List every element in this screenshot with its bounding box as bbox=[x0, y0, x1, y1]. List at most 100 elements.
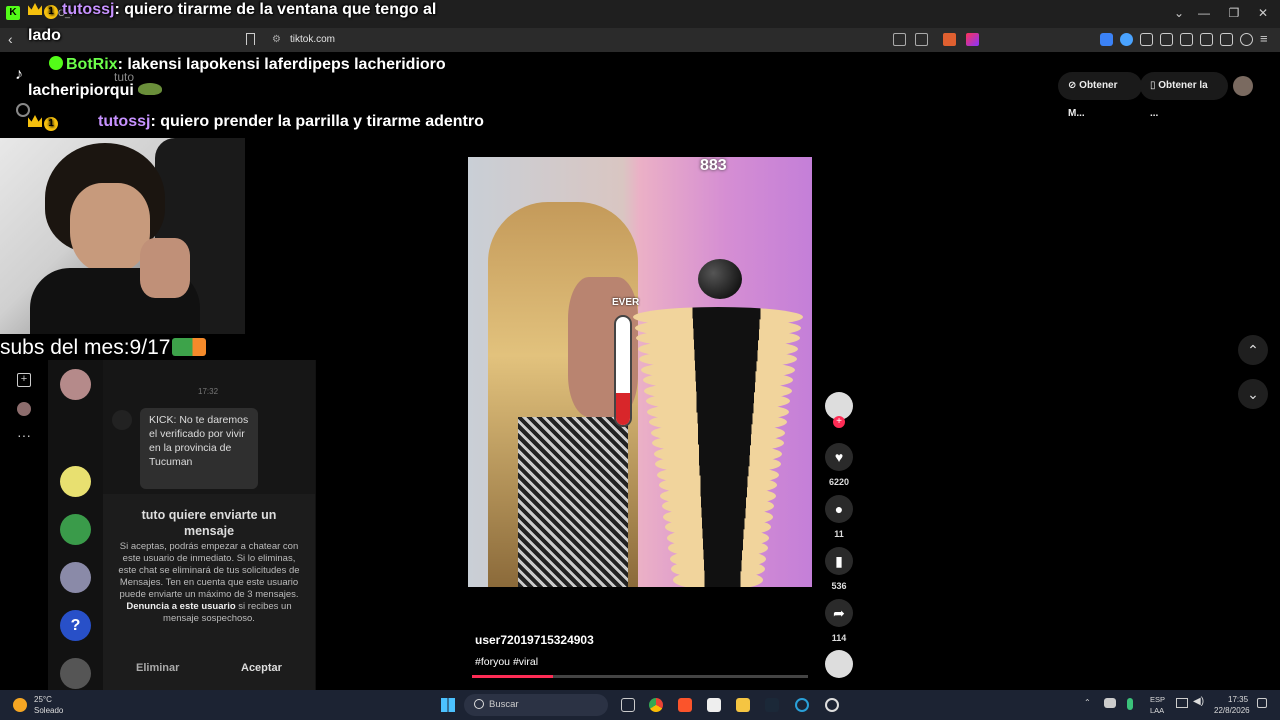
heart-icon[interactable]: ♥ bbox=[825, 443, 853, 471]
crown-icon bbox=[28, 3, 42, 15]
get-desktop-button[interactable]: ▯ Obtener la ... bbox=[1140, 72, 1228, 119]
clock-time[interactable]: 17:35 bbox=[1228, 695, 1248, 704]
keyboard-layout[interactable]: LAA bbox=[1150, 706, 1164, 715]
profile-avatar[interactable] bbox=[1233, 76, 1253, 96]
video-progress[interactable] bbox=[472, 675, 808, 678]
add-icon[interactable]: + bbox=[17, 373, 31, 387]
avatar[interactable] bbox=[17, 402, 31, 416]
contact-avatar[interactable] bbox=[60, 369, 91, 400]
music-icon[interactable] bbox=[1160, 33, 1173, 46]
kick-favicon-icon[interactable]: K bbox=[6, 6, 20, 20]
language-code[interactable]: ESP bbox=[1150, 695, 1165, 704]
chevron-up-icon[interactable]: ⌃ bbox=[1238, 335, 1268, 365]
task-view-icon[interactable] bbox=[621, 698, 635, 712]
sidebar-icon[interactable] bbox=[1180, 33, 1193, 46]
app-icon[interactable] bbox=[795, 698, 809, 712]
help-icon[interactable]: ? bbox=[60, 610, 91, 641]
chat-message-2-cont: lacheripiorqui bbox=[28, 82, 162, 100]
download-icon: ⊘ bbox=[1068, 80, 1080, 91]
chrome-icon[interactable] bbox=[649, 698, 663, 712]
tiktok-logo-icon[interactable]: ♪ bbox=[15, 66, 23, 84]
chevron-down-icon[interactable]: ⌄ bbox=[1238, 379, 1268, 409]
site-settings-icon[interactable]: ⚙ bbox=[272, 34, 281, 45]
weather-temp[interactable]: 25°C bbox=[34, 695, 52, 704]
menu-icon[interactable]: ≡ bbox=[1260, 32, 1273, 46]
sun-icon[interactable] bbox=[13, 698, 27, 712]
comment-icon[interactable]: ● bbox=[825, 495, 853, 523]
frog-emote-icon bbox=[137, 83, 162, 95]
request-body: Si aceptas, podrás empezar a chatear con… bbox=[118, 541, 300, 624]
minimize-icon[interactable]: — bbox=[1195, 6, 1213, 20]
folder-icon[interactable] bbox=[736, 698, 750, 712]
search-placeholder: Buscar bbox=[489, 699, 519, 710]
vpn-icon[interactable] bbox=[1240, 33, 1253, 46]
weather-desc[interactable]: Soleado bbox=[34, 706, 63, 715]
share-icon[interactable]: ➦ bbox=[825, 599, 853, 627]
message-bubble: KICK: No te daremos el verificado por vi… bbox=[140, 408, 258, 489]
volume-icon[interactable]: ◀) bbox=[1193, 696, 1204, 707]
tray-chevron-icon[interactable]: ⌃ bbox=[1084, 698, 1091, 707]
mic-icon[interactable] bbox=[1127, 698, 1133, 710]
chat-message-1-cont: lado bbox=[28, 27, 61, 44]
discord-icon[interactable] bbox=[1104, 698, 1116, 708]
chat-text: : lakensi lapokensi laferdipeps lacherid… bbox=[117, 56, 446, 73]
sub-badge-icon: 1 bbox=[44, 5, 58, 19]
chevron-down-icon[interactable]: ⌄ bbox=[1170, 6, 1188, 20]
taskbar: 25°C Soleado Buscar ⌃ ESP LAA ◀) 17:35 2… bbox=[0, 690, 1280, 720]
request-title: tuto quiere enviarte un mensaje bbox=[141, 508, 277, 538]
follow-plus-icon[interactable]: + bbox=[833, 416, 845, 428]
contact-avatar[interactable] bbox=[60, 514, 91, 545]
save-count: 536 bbox=[831, 581, 847, 591]
taskbar-search[interactable] bbox=[464, 694, 608, 716]
steam-icon[interactable] bbox=[765, 698, 779, 712]
verified-icon bbox=[49, 56, 63, 70]
tower-ring bbox=[673, 569, 763, 587]
wallet-icon[interactable] bbox=[1200, 33, 1213, 46]
clock-date[interactable]: 22/8/2026 bbox=[1214, 706, 1250, 715]
overlay-text: EVER bbox=[612, 297, 640, 308]
sound-disc-icon[interactable] bbox=[825, 650, 853, 678]
windows-start-icon[interactable] bbox=[441, 698, 455, 712]
contact-avatar[interactable] bbox=[60, 562, 91, 593]
chat-message-3: 1 tutossj: quiero prender la parrilla y t… bbox=[28, 113, 484, 131]
video-progress-fill bbox=[472, 675, 553, 678]
video-tags[interactable]: #foryou #viral bbox=[475, 656, 538, 668]
bookmark-icon[interactable] bbox=[246, 33, 255, 45]
game-score: 883 bbox=[700, 157, 727, 174]
delete-button[interactable]: Eliminar bbox=[136, 662, 179, 674]
leo-icon[interactable] bbox=[1220, 33, 1233, 46]
chat-text: : quiero prender la parrilla y tirarme a… bbox=[150, 113, 484, 130]
comment-count: 11 bbox=[834, 529, 844, 539]
back-arrow-icon[interactable]: ‹ bbox=[8, 31, 13, 47]
notification-icon[interactable] bbox=[1257, 698, 1267, 708]
subs-counter: subs del mes:9/17 bbox=[0, 336, 207, 360]
brave-icon[interactable] bbox=[678, 698, 692, 712]
maximize-icon[interactable]: ❐ bbox=[1225, 6, 1243, 20]
contact-avatar[interactable] bbox=[60, 466, 91, 497]
brave-rewards-icon[interactable] bbox=[966, 33, 979, 46]
report-user-link[interactable]: Denuncia a este usuario bbox=[126, 601, 235, 612]
close-icon[interactable]: ✕ bbox=[1254, 6, 1272, 20]
network-icon[interactable] bbox=[1176, 698, 1188, 708]
puzzle-icon[interactable] bbox=[1140, 33, 1153, 46]
crown-icon bbox=[28, 115, 42, 127]
chat-username: BotRix bbox=[66, 56, 118, 73]
video-player[interactable]: 883 EVER bbox=[468, 157, 812, 587]
translate-icon[interactable] bbox=[893, 33, 906, 46]
obs-icon[interactable] bbox=[825, 698, 839, 712]
chat-text: : quiero tirarme de la ventana que tengo… bbox=[114, 1, 437, 18]
url-field[interactable]: tiktok.com bbox=[290, 34, 335, 45]
extension-icon[interactable] bbox=[1120, 33, 1133, 46]
contact-avatar[interactable] bbox=[60, 658, 91, 689]
get-app-button[interactable]: ⊘ Obtener M... bbox=[1058, 72, 1142, 119]
brave-shield-icon[interactable] bbox=[943, 33, 956, 46]
accept-button[interactable]: Aceptar bbox=[241, 662, 282, 674]
cast-icon[interactable] bbox=[915, 33, 928, 46]
more-icon[interactable]: ··· bbox=[17, 428, 31, 444]
sender-avatar bbox=[112, 410, 132, 430]
audio-icon[interactable] bbox=[1100, 33, 1113, 46]
video-username[interactable]: user72019715324903 bbox=[475, 633, 594, 647]
bookmark-icon[interactable]: ▮ bbox=[825, 547, 853, 575]
store-icon[interactable] bbox=[707, 698, 721, 712]
chat-message-1: 1 tutossj: quiero tirarme de la ventana q… bbox=[28, 1, 436, 19]
